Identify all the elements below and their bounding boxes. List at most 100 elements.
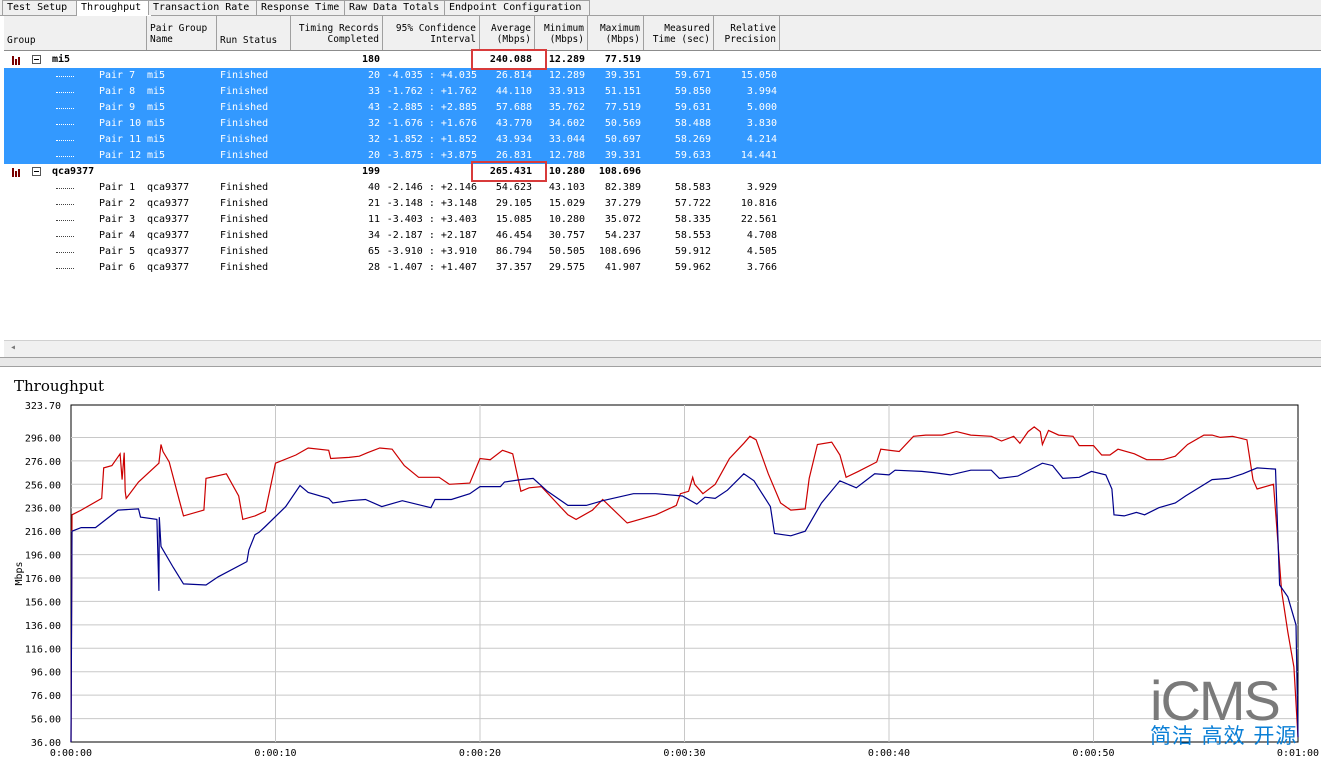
tab-raw-data-totals[interactable]: Raw Data Totals	[344, 0, 448, 15]
tab-transaction-rate[interactable]: Transaction Rate	[148, 0, 260, 15]
tab-response-time[interactable]: Response Time	[256, 0, 348, 15]
col-run-status[interactable]: Run Status	[217, 16, 291, 50]
pane-splitter[interactable]	[0, 357, 1321, 367]
pair-group-name: qca9377	[147, 214, 190, 225]
minimum: 50.505	[548, 246, 585, 257]
table-row[interactable]: Pair 3 qca9377 Finished 11 -3.403 : +3.4…	[4, 212, 1321, 228]
confidence-interval: -3.875 : +3.875	[386, 150, 477, 161]
run-status: Finished	[220, 150, 269, 161]
tab-bar: Test Setup Throughput Transaction Rate R…	[0, 0, 1321, 16]
measured-time: 59.631	[674, 102, 711, 113]
pair-name: Pair 4	[99, 230, 136, 241]
relative-precision: 3.994	[746, 86, 777, 97]
y-tick-label: 236.00	[25, 504, 61, 515]
relative-precision: 10.816	[740, 198, 777, 209]
confidence-interval: -3.148 : +3.148	[386, 198, 477, 209]
tree-line	[56, 124, 74, 125]
maximum: 50.697	[604, 134, 641, 145]
y-tick-label: 116.00	[25, 644, 61, 655]
collapse-icon[interactable]	[32, 167, 41, 176]
tab-test-setup[interactable]: Test Setup	[2, 0, 80, 15]
x-tick-label: 0:00:10	[254, 748, 296, 759]
col-minimum[interactable]: Minimum (Mbps)	[535, 16, 588, 50]
run-status: Finished	[220, 230, 269, 241]
table-row[interactable]: Pair 5 qca9377 Finished 65 -3.910 : +3.9…	[4, 244, 1321, 260]
y-tick-label: 276.00	[25, 457, 61, 468]
table-row[interactable]: Pair 8 mi5 Finished 33 -1.762 : +1.762 4…	[4, 84, 1321, 100]
measured-time: 59.633	[674, 150, 711, 161]
measured-time: 59.671	[674, 70, 711, 81]
run-status: Finished	[220, 246, 269, 257]
y-tick-label: 96.00	[31, 668, 61, 679]
average: 37.357	[495, 262, 532, 273]
group-row-mi5[interactable]: mi5 180 240.088 12.289 77.519	[4, 52, 1321, 68]
measured-time: 59.912	[674, 246, 711, 257]
y-tick-label: 156.00	[25, 597, 61, 608]
maximum: 50.569	[604, 118, 641, 129]
average: 43.770	[495, 118, 532, 129]
timing-records: 32	[367, 134, 380, 145]
horizontal-scrollbar[interactable]: ◂	[4, 340, 1321, 357]
timing-records: 21	[367, 198, 380, 209]
pair-group-name: qca9377	[147, 262, 190, 273]
group-row-qca9377[interactable]: qca9377 199 265.431 10.280 108.696	[4, 164, 1321, 180]
run-status: Finished	[220, 134, 269, 145]
run-status: Finished	[220, 86, 269, 97]
col-measured-time[interactable]: Measured Time (sec)	[644, 16, 714, 50]
scroll-left-icon[interactable]: ◂	[10, 342, 16, 353]
confidence-interval: -2.146 : +2.146	[386, 182, 477, 193]
timing-records: 32	[367, 118, 380, 129]
pair-name: Pair 3	[99, 214, 136, 225]
maximum: 51.151	[604, 86, 641, 97]
tab-endpoint-configuration[interactable]: Endpoint Configuration	[444, 0, 590, 15]
col-relative-precision[interactable]: Relative Precision	[714, 16, 780, 50]
table-row[interactable]: Pair 12 mi5 Finished 20 -3.875 : +3.875 …	[4, 148, 1321, 164]
x-tick-label: 0:01:00	[1277, 748, 1319, 759]
run-status: Finished	[220, 262, 269, 273]
table-row[interactable]: Pair 1 qca9377 Finished 40 -2.146 : +2.1…	[4, 180, 1321, 196]
group-records: 180	[361, 54, 380, 65]
y-tick-label: 136.00	[25, 621, 61, 632]
tab-throughput[interactable]: Throughput	[76, 0, 152, 16]
collapse-icon[interactable]	[32, 55, 41, 64]
y-tick-label: 256.00	[25, 480, 61, 491]
x-tick-label: 0:00:00	[50, 748, 92, 759]
y-tick-label: 323.70	[25, 401, 61, 412]
timing-records: 28	[367, 262, 380, 273]
table-row[interactable]: Pair 9 mi5 Finished 43 -2.885 : +2.885 5…	[4, 100, 1321, 116]
minimum: 43.103	[548, 182, 585, 193]
table-row[interactable]: Pair 7 mi5 Finished 20 -4.035 : +4.035 2…	[4, 68, 1321, 84]
measured-time: 59.962	[674, 262, 711, 273]
confidence-interval: -4.035 : +4.035	[386, 70, 477, 81]
confidence-interval: -2.885 : +2.885	[386, 102, 477, 113]
relative-precision: 3.929	[746, 182, 777, 193]
table-row[interactable]: Pair 11 mi5 Finished 32 -1.852 : +1.852 …	[4, 132, 1321, 148]
maximum: 35.072	[604, 214, 641, 225]
x-tick-label: 0:00:50	[1072, 748, 1114, 759]
measured-time: 58.269	[674, 134, 711, 145]
col-group[interactable]: Group	[4, 16, 147, 50]
table-row[interactable]: Pair 6 qca9377 Finished 28 -1.407 : +1.4…	[4, 260, 1321, 276]
table-row[interactable]: Pair 4 qca9377 Finished 34 -2.187 : +2.1…	[4, 228, 1321, 244]
col-confidence-interval[interactable]: 95% Confidence Interval	[383, 16, 480, 50]
measured-time: 58.335	[674, 214, 711, 225]
col-pair-group-name[interactable]: Pair Group Name	[147, 16, 217, 50]
pair-group-name: qca9377	[147, 198, 190, 209]
pair-name: Pair 10	[99, 118, 142, 129]
average-highlight-box	[471, 49, 547, 70]
col-maximum[interactable]: Maximum (Mbps)	[588, 16, 644, 50]
col-average[interactable]: Average (Mbps)	[480, 16, 535, 50]
col-timing-records[interactable]: Timing Records Completed	[291, 16, 383, 50]
minimum: 33.044	[548, 134, 585, 145]
confidence-interval: -3.910 : +3.910	[386, 246, 477, 257]
run-status: Finished	[220, 214, 269, 225]
pair-group-name: qca9377	[147, 230, 190, 241]
tree-line	[56, 108, 74, 109]
maximum: 41.907	[604, 262, 641, 273]
group-bar-chart-icon	[12, 168, 22, 177]
table-row[interactable]: Pair 2 qca9377 Finished 21 -3.148 : +3.1…	[4, 196, 1321, 212]
results-table: mi5 180 240.088 12.289 77.519 Pair 7 mi5…	[4, 49, 1321, 340]
table-row[interactable]: Pair 10 mi5 Finished 32 -1.676 : +1.676 …	[4, 116, 1321, 132]
confidence-interval: -1.762 : +1.762	[386, 86, 477, 97]
run-status: Finished	[220, 182, 269, 193]
